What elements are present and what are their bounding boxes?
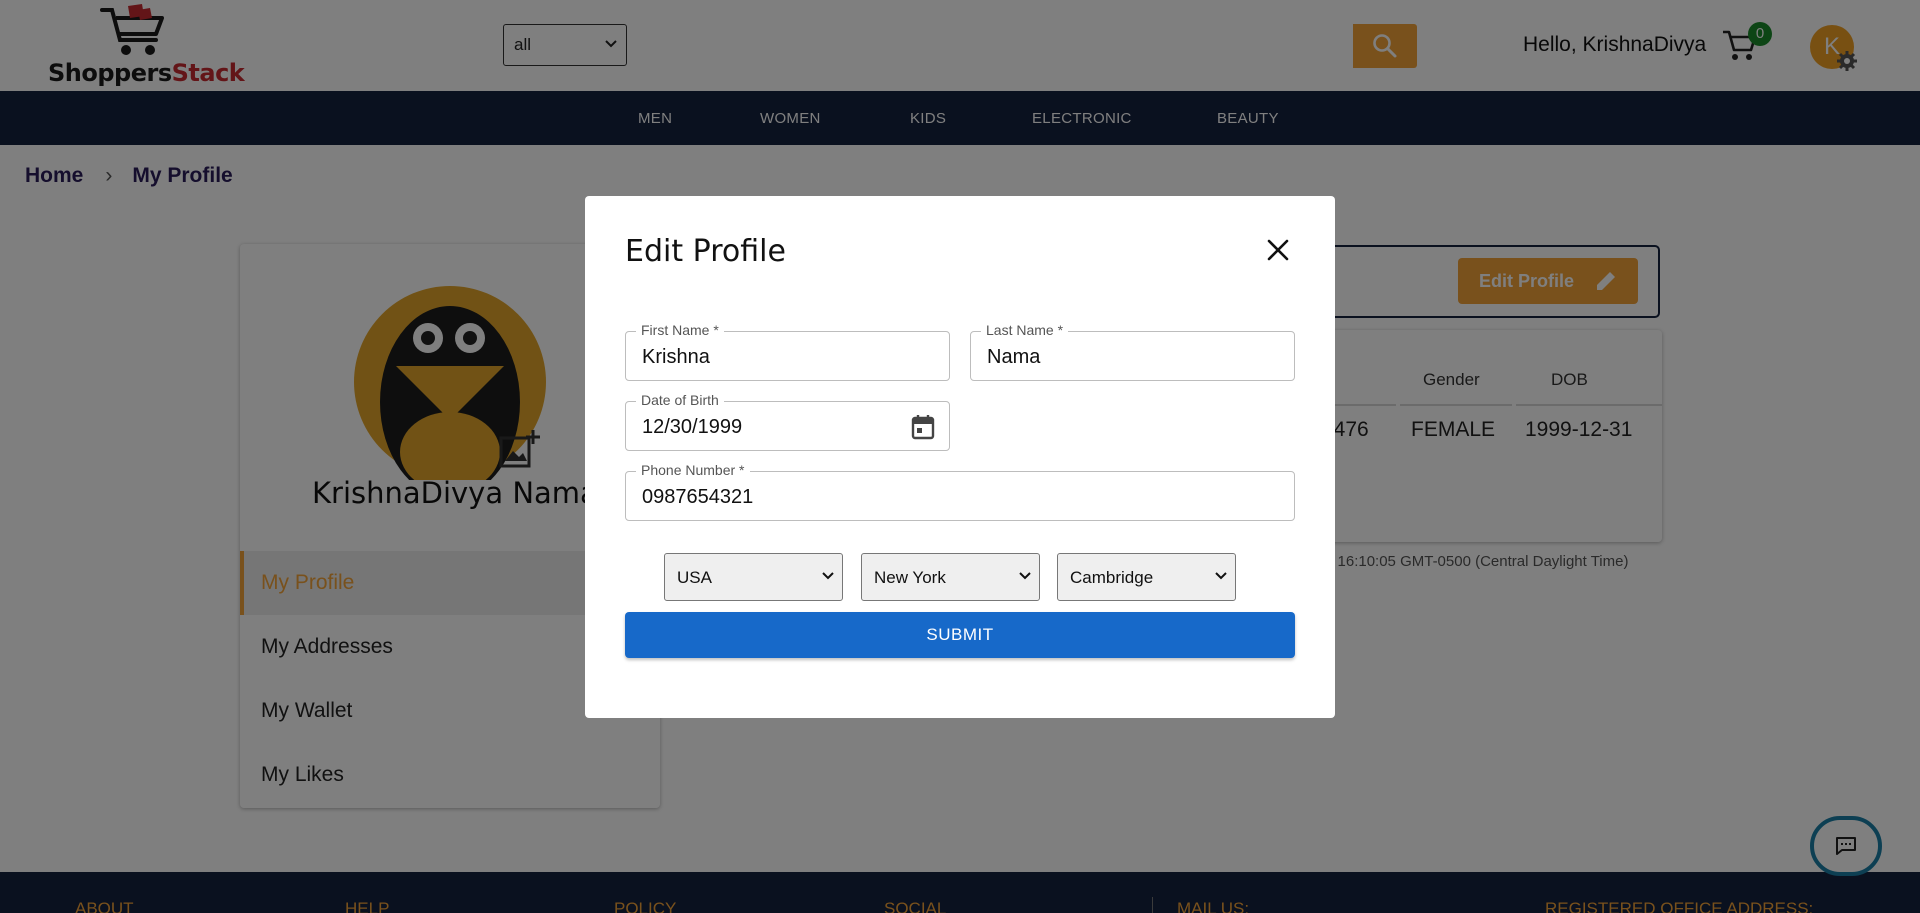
modal-title: Edit Profile xyxy=(625,234,786,269)
state-select[interactable]: New York xyxy=(861,553,1040,601)
field-label: Last Name * xyxy=(981,322,1069,338)
date-of-birth-field[interactable]: Date of Birth 12/30/1999 xyxy=(625,392,950,451)
chevron-down-icon xyxy=(1019,572,1031,580)
city-select[interactable]: Cambridge xyxy=(1057,553,1236,601)
phone-number-field[interactable]: Phone Number * 0987654321 xyxy=(625,462,1295,521)
field-value: 12/30/1999 xyxy=(642,416,743,438)
field-value: Nama xyxy=(987,346,1041,368)
country-select[interactable]: USA xyxy=(664,553,843,601)
field-label: Date of Birth xyxy=(636,392,724,408)
field-value: Krishna xyxy=(642,346,710,368)
submit-button[interactable]: SUBMIT xyxy=(625,612,1295,658)
last-name-field[interactable]: Last Name * Nama xyxy=(970,322,1295,381)
first-name-field[interactable]: First Name * Krishna xyxy=(625,322,950,381)
field-label: Phone Number * xyxy=(636,462,750,478)
edit-profile-modal: Edit Profile First Name * Krishna Last N… xyxy=(585,196,1335,718)
field-label: First Name * xyxy=(636,322,724,338)
calendar-icon[interactable] xyxy=(911,414,935,440)
field-value: 0987654321 xyxy=(642,486,754,508)
close-icon[interactable] xyxy=(1266,238,1290,262)
chevron-down-icon xyxy=(1215,572,1227,580)
chevron-down-icon xyxy=(822,572,834,580)
